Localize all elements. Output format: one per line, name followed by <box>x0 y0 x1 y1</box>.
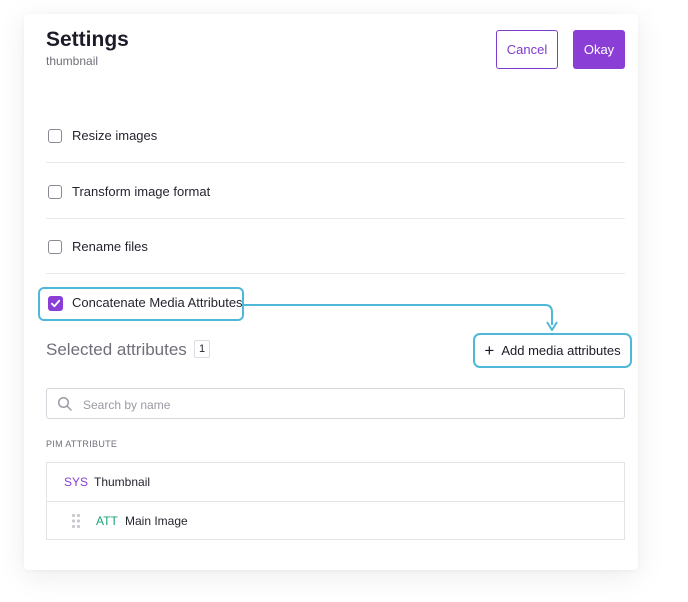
option-rename-files[interactable]: Rename files <box>46 219 625 274</box>
checkbox-transform-image-format[interactable] <box>48 185 62 199</box>
okay-button[interactable]: Okay <box>573 30 625 69</box>
option-label: Rename files <box>72 239 148 254</box>
checkbox-concatenate-media-attributes[interactable] <box>48 296 63 311</box>
search-icon <box>57 396 72 411</box>
attributes-table: SYS Thumbnail ATT Main Image <box>46 462 625 540</box>
drag-handle-icon[interactable] <box>71 513 81 529</box>
page-subtitle: thumbnail <box>46 54 99 68</box>
attribute-name: Thumbnail <box>94 475 151 489</box>
page-title: Settings <box>46 28 129 51</box>
selected-count-badge: 1 <box>194 340 210 358</box>
search-box[interactable] <box>46 388 625 419</box>
plus-icon: + <box>484 341 495 360</box>
option-resize-images[interactable]: Resize images <box>46 108 625 163</box>
checkbox-resize-images[interactable] <box>48 129 62 143</box>
att-tag: ATT <box>96 514 118 528</box>
selected-attributes-title: Selected attributes <box>46 340 187 359</box>
attribute-name: Main Image <box>125 514 188 528</box>
sys-tag: SYS <box>64 475 89 489</box>
option-label: Transform image format <box>72 184 211 199</box>
check-icon <box>50 299 61 308</box>
cancel-button[interactable]: Cancel <box>496 30 558 69</box>
search-input[interactable] <box>81 390 605 419</box>
add-media-attributes-label: Add media attributes <box>501 343 621 358</box>
option-label: Resize images <box>72 128 158 143</box>
option-label-concatenate: Concatenate Media Attributes <box>72 295 243 310</box>
add-media-attributes-button[interactable]: + Add media attributes <box>473 333 632 368</box>
column-header-pim-attribute: PIM ATTRIBUTE <box>46 439 118 449</box>
table-row[interactable]: SYS Thumbnail <box>47 463 624 502</box>
option-transform-image-format[interactable]: Transform image format <box>46 164 625 219</box>
table-row[interactable]: ATT Main Image <box>47 502 624 540</box>
checkbox-rename-files[interactable] <box>48 240 62 254</box>
